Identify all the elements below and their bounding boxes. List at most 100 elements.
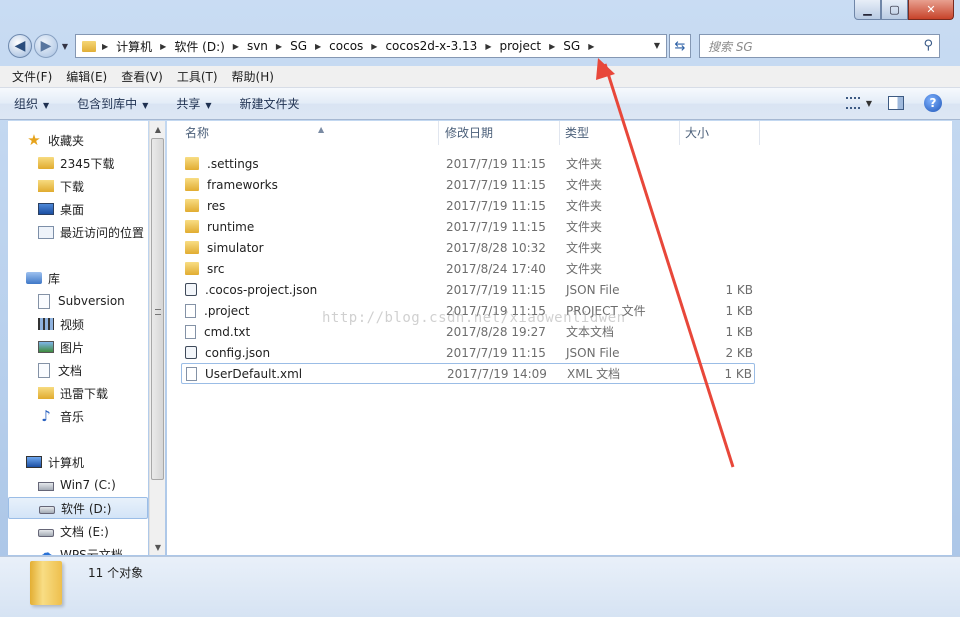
sidebar-item-label: 计算机 [48, 455, 85, 470]
breadcrumb-item[interactable]: svn [247, 39, 268, 53]
folder-icon [185, 199, 199, 212]
address-dropdown-icon[interactable]: ▼ [654, 41, 660, 50]
sidebar-item-computer[interactable]: Win7 (C:) [8, 474, 116, 496]
sidebar-item-computer[interactable]: ☁ WPS云文档 [8, 543, 123, 556]
breadcrumb-item[interactable]: cocos2d-x-3.13 [385, 39, 477, 53]
sidebar-item-computer[interactable]: 文档 (E:) [8, 520, 109, 542]
breadcrumb-item[interactable]: SG [563, 39, 580, 53]
scroll-up-icon[interactable]: ▲ [150, 121, 166, 137]
maximize-button[interactable]: ▢ [881, 0, 908, 20]
organize-label: 组织 [14, 97, 39, 111]
sidebar-item-libraries[interactable]: ♪ 音乐 [8, 405, 84, 427]
file-row[interactable]: cmd.txt 2017/8/28 19:27 文本文档 1 KB [181, 321, 755, 342]
new-folder-button[interactable]: 新建文件夹 [240, 95, 300, 112]
json-file-icon [185, 283, 197, 296]
sidebar-item-computer[interactable]: 计算机 [8, 451, 84, 473]
item-count: 11 个对象 [88, 566, 144, 580]
file-row[interactable]: src 2017/8/24 17:40 文件夹 [181, 258, 755, 279]
file-row[interactable]: .cocos-project.json 2017/7/19 11:15 JSON F… [181, 279, 755, 300]
column-header-name[interactable]: 名称 ▲ [181, 121, 439, 145]
breadcrumb-item[interactable]: project [499, 39, 541, 53]
folder-icon [185, 157, 199, 170]
include-in-library-button[interactable]: 包含到库中 ▼ [77, 95, 148, 112]
breadcrumb-item[interactable]: SG [290, 39, 307, 53]
file-row[interactable]: simulator 2017/8/28 10:32 文件夹 [181, 237, 755, 258]
sidebar-item-favorites[interactable]: 2345下载 [8, 152, 115, 174]
folder-icon [82, 40, 96, 52]
navigation-pane-scrollbar[interactable]: ▲ ▼ [149, 121, 165, 555]
breadcrumb-separator-icon[interactable]: ▶ [371, 42, 377, 51]
sidebar-item-label: 软件 (D:) [61, 501, 112, 516]
breadcrumb-separator-icon[interactable]: ▶ [160, 42, 166, 51]
breadcrumb-separator-icon[interactable]: ▶ [588, 42, 594, 51]
file-name: UserDefault.xml [205, 366, 303, 381]
recent-pages-dropdown[interactable]: ▼ [59, 42, 71, 51]
search-icon[interactable]: ⚲ [923, 38, 933, 53]
breadcrumb-item[interactable]: cocos [329, 39, 363, 53]
breadcrumb-separator-icon[interactable]: ▶ [276, 42, 282, 51]
sidebar-item-libraries[interactable]: 库 [8, 267, 60, 289]
system-drive-icon [38, 482, 54, 491]
breadcrumb-separator-icon[interactable]: ▶ [315, 42, 321, 51]
menu-item[interactable]: 工具(T) [177, 68, 218, 85]
explorer-window: ▁ ▢ ✕ ◀ ▶ ▼ ▶ 计算机 ▶ 软件 (D:) ▶ svn ▶ SG ▶ cocos ▶ co… [0, 0, 960, 617]
address-bar[interactable]: ▶ 计算机 ▶ 软件 (D:) ▶ svn ▶ SG ▶ cocos ▶ cocos2d-x-3.13… [75, 34, 667, 58]
sidebar-item-libraries[interactable]: Subversion [8, 290, 125, 312]
column-header-type[interactable]: 类型 [561, 121, 680, 145]
sidebar-item-label: 图片 [60, 340, 85, 355]
navigation-row: ◀ ▶ ▼ ▶ 计算机 ▶ 软件 (D:) ▶ svn ▶ SG ▶ cocos ▶ cocos2d-… [8, 30, 952, 62]
sidebar-item-label: 视频 [60, 317, 85, 332]
change-view-icon[interactable] [845, 97, 860, 109]
file-row[interactable]: runtime 2017/7/19 11:15 文件夹 [181, 216, 755, 237]
file-name-cell: res [185, 199, 225, 213]
breadcrumb-separator-icon[interactable]: ▶ [233, 42, 239, 51]
minimize-button[interactable]: ▁ [854, 0, 881, 20]
breadcrumb-separator-icon[interactable]: ▶ [102, 42, 108, 51]
column-size-label: 大小 [685, 126, 710, 140]
help-icon[interactable]: ? [924, 94, 942, 112]
scrollbar-thumb[interactable] [151, 138, 164, 480]
file-type: 文件夹 [566, 178, 603, 192]
computer-icon [26, 456, 42, 468]
sidebar-item-label: 库 [48, 271, 61, 286]
sidebar-item-libraries[interactable]: 文档 [8, 359, 82, 381]
file-type: JSON File [566, 345, 620, 360]
view-options-dropdown[interactable]: ▼ [866, 99, 872, 108]
breadcrumb-separator-icon[interactable]: ▶ [485, 42, 491, 51]
back-button[interactable]: ◀ [8, 34, 32, 58]
sidebar-item-favorites[interactable]: ★ 收藏夹 [8, 129, 84, 151]
sidebar-item-libraries[interactable]: 迅雷下载 [8, 382, 108, 404]
search-input[interactable]: 搜索 SG ⚲ [699, 34, 940, 58]
menu-item[interactable]: 文件(F) [12, 68, 52, 85]
column-header-date[interactable]: 修改日期 [441, 121, 560, 145]
breadcrumb-separator-icon[interactable]: ▶ [549, 42, 555, 51]
file-row[interactable]: UserDefault.xml 2017/7/19 14:09 XML 文档 1 KB [181, 363, 755, 384]
sidebar-item-favorites[interactable]: 下载 [8, 175, 84, 197]
breadcrumb-item[interactable]: 计算机 [116, 38, 152, 55]
refresh-button[interactable]: ⇆ [669, 34, 691, 58]
scroll-down-icon[interactable]: ▼ [150, 539, 166, 555]
breadcrumb-item[interactable]: 软件 (D:) [174, 38, 224, 55]
file-row[interactable]: .project 2017/7/19 11:15 PROJECT 文件 1 KB [181, 300, 755, 321]
file-row[interactable]: frameworks 2017/7/19 11:15 文件夹 [181, 174, 755, 195]
menu-item[interactable]: 编辑(E) [66, 68, 107, 85]
file-row[interactable]: config.json 2017/7/19 11:15 JSON File 2 KB [181, 342, 755, 363]
menu-item[interactable]: 帮助(H) [232, 68, 274, 85]
sidebar-item-libraries[interactable]: 视频 [8, 313, 84, 335]
file-row[interactable]: res 2017/7/19 11:15 文件夹 [181, 195, 755, 216]
share-button[interactable]: 共享 ▼ [176, 95, 211, 112]
chevron-down-icon: ▼ [142, 101, 149, 110]
preview-pane-icon[interactable] [888, 96, 904, 110]
sidebar-item-libraries[interactable]: 图片 [8, 336, 84, 358]
forward-button[interactable]: ▶ [34, 34, 58, 58]
column-header-size[interactable]: 大小 [681, 121, 760, 145]
sidebar-item-favorites[interactable]: 最近访问的位置 [8, 221, 144, 243]
menu-item[interactable]: 查看(V) [121, 68, 163, 85]
organize-button[interactable]: 组织 ▼ [14, 95, 49, 112]
close-button[interactable]: ✕ [908, 0, 954, 20]
column-date-label: 修改日期 [445, 126, 494, 140]
file-row[interactable]: .settings 2017/7/19 11:15 文件夹 [181, 153, 755, 174]
file-date: 2017/8/24 17:40 [446, 261, 546, 276]
sidebar-item-favorites[interactable]: 桌面 [8, 198, 84, 220]
sidebar-item-computer[interactable]: 软件 (D:) [8, 497, 148, 519]
